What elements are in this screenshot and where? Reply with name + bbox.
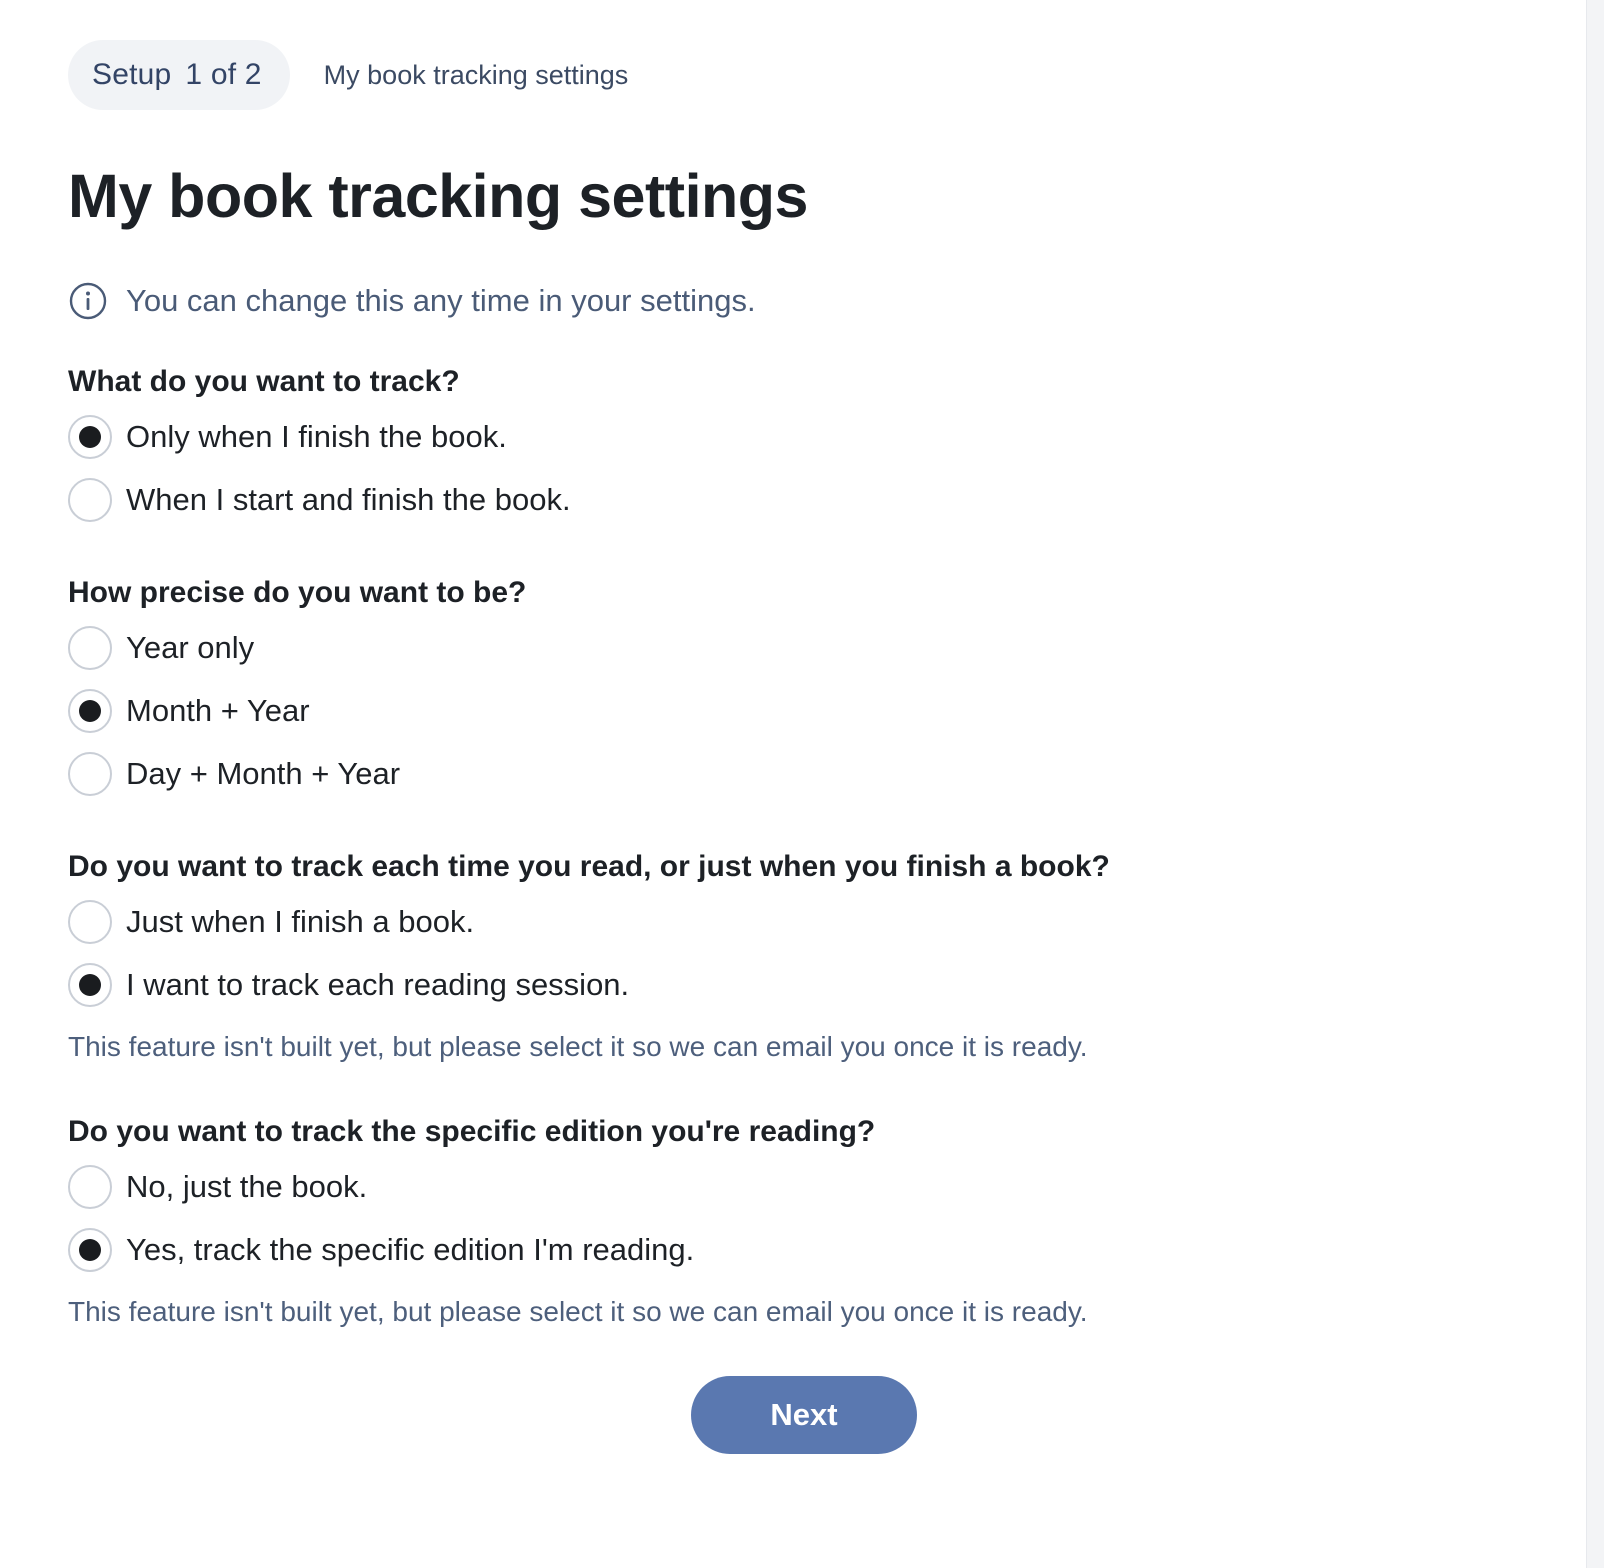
radio-group: No, just the book. Yes, track the specifi… (68, 1163, 1548, 1274)
radio-dot-icon (79, 700, 101, 723)
radio-button-selected[interactable] (68, 689, 112, 734)
setup-page: Setup 1 of 2 My book tracking settings M… (68, 40, 1548, 1455)
radio-option[interactable]: Just when I finish a book. (68, 898, 1548, 946)
radio-option-label: Year only (126, 630, 255, 666)
radio-button-selected[interactable] (68, 963, 112, 1008)
radio-button[interactable] (68, 900, 112, 945)
info-text: You can change this any time in your set… (126, 283, 756, 319)
info-message: You can change this any time in your set… (68, 281, 1548, 321)
radio-option[interactable]: Month + Year (68, 687, 1548, 735)
radio-option-label: I want to track each reading session. (126, 967, 630, 1003)
radio-option[interactable]: Only when I finish the book. (68, 413, 1548, 461)
radio-option-label: Month + Year (126, 693, 310, 729)
step-count: 1 of 2 (185, 58, 262, 91)
radio-option-label: Yes, track the specific edition I'm read… (126, 1232, 695, 1268)
radio-button-selected[interactable] (68, 415, 112, 460)
question-title: Do you want to track the specific editio… (68, 1115, 876, 1149)
scrollbar-track[interactable] (1586, 0, 1604, 1568)
next-button-container: Next (68, 1376, 1540, 1455)
question-title: What do you want to track? (68, 365, 460, 399)
radio-button[interactable] (68, 752, 112, 797)
radio-option[interactable]: When I start and finish the book. (68, 476, 1548, 524)
radio-option[interactable]: Year only (68, 624, 1548, 672)
radio-option-label: No, just the book. (126, 1169, 368, 1205)
radio-option[interactable]: Day + Month + Year (68, 750, 1548, 798)
question-title: How precise do you want to be? (68, 576, 527, 610)
page-title: My book tracking settings (68, 162, 808, 230)
next-button[interactable]: Next (691, 1376, 917, 1455)
step-title: My book tracking settings (323, 59, 629, 90)
radio-group: Just when I finish a book. I want to trac… (68, 898, 1548, 1009)
feature-note: This feature isn't built yet, but please… (68, 1031, 1088, 1063)
radio-group: Year only Month + Year Day + Month + Year (68, 624, 1548, 798)
radio-option-label: Just when I finish a book. (126, 904, 475, 940)
feature-note: This feature isn't built yet, but please… (68, 1296, 1088, 1328)
question-list: What do you want to track? Only when I fi… (68, 365, 1548, 1328)
radio-button[interactable] (68, 1165, 112, 1210)
step-label: Setup (92, 58, 172, 91)
info-icon (69, 282, 107, 320)
radio-dot-icon (79, 974, 101, 997)
radio-dot-icon (79, 426, 101, 449)
radio-option[interactable]: I want to track each reading session. (68, 961, 1548, 1009)
radio-option-label: Only when I finish the book. (126, 419, 507, 455)
step-indicator: Setup 1 of 2 (68, 40, 290, 110)
radio-group: Only when I finish the book. When I start… (68, 413, 1548, 524)
radio-button-selected[interactable] (68, 1228, 112, 1273)
radio-option-label: Day + Month + Year (126, 756, 401, 792)
radio-option[interactable]: No, just the book. (68, 1163, 1548, 1211)
radio-dot-icon (79, 1239, 101, 1262)
radio-button[interactable] (68, 626, 112, 671)
setup-header: Setup 1 of 2 My book tracking settings (68, 40, 1548, 110)
question-title: Do you want to track each time you read,… (68, 850, 1110, 884)
radio-option-label: When I start and finish the book. (126, 482, 571, 518)
radio-option[interactable]: Yes, track the specific edition I'm read… (68, 1226, 1548, 1274)
radio-button[interactable] (68, 478, 112, 523)
